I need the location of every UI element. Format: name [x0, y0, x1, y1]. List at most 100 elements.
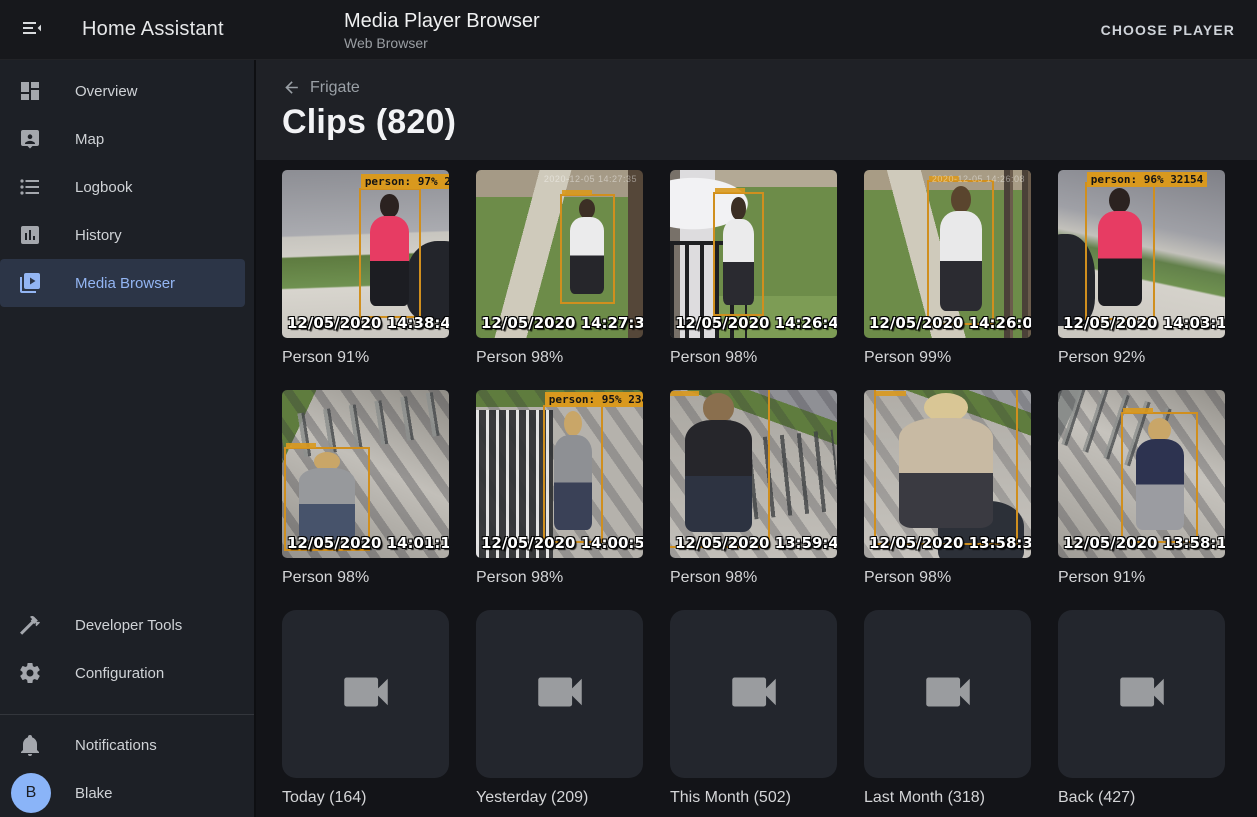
clip-timestamp: 12/05/2020 13:59:49 [675, 534, 837, 552]
clip-card[interactable]: 12/05/2020 14:01:14 Person 98% [282, 390, 449, 589]
media-browser-header: Frigate Clips (820) [256, 60, 1257, 160]
choose-player-button[interactable]: CHOOSE PLAYER [1101, 22, 1235, 38]
detection-bbox [927, 180, 994, 324]
camera-osd-timestamp: 2020-12-05 14:26:08 [932, 174, 1025, 184]
folder-label: Today (164) [282, 787, 449, 809]
sidebar-item-notifications[interactable]: Notifications [0, 721, 254, 769]
clip-label: Person 98% [670, 567, 837, 589]
clip-timestamp: 12/05/2020 13:58:17 [1063, 534, 1225, 552]
clip-timestamp: 12/05/2020 14:00:52 [481, 534, 643, 552]
folder-card-today[interactable]: Today (164) [282, 610, 449, 809]
clip-timestamp: 12/05/2020 14:38:47 [287, 314, 449, 332]
clip-card[interactable]: person: 96% 32154 12/05/2020 14:03:17 Pe… [1058, 170, 1225, 369]
gear-icon [18, 661, 42, 685]
sidebar-item-media-browser[interactable]: Media Browser [0, 259, 245, 307]
detection-badge [670, 391, 699, 396]
detection-badge [876, 391, 906, 396]
sidebar-item-label: Media Browser [75, 275, 175, 292]
folder-thumbnail [1058, 610, 1225, 778]
clip-label: Person 91% [1058, 567, 1225, 589]
video-icon [1113, 663, 1171, 726]
sidebar-item-developer-tools[interactable]: Developer Tools [0, 601, 254, 649]
clip-card[interactable]: 2020-12-05 14:27:35 12/05/2020 14:27:35 … [476, 170, 643, 369]
page-subtitle: Web Browser [344, 34, 540, 52]
arrow-left-icon [282, 78, 301, 97]
view-dashboard-icon [18, 79, 42, 103]
bell-icon [18, 733, 42, 757]
clip-thumbnail: 2020-12-05 14:27:35 12/05/2020 14:27:35 [476, 170, 643, 338]
clip-card[interactable]: 12/05/2020 13:58:30 Person 98% [864, 390, 1031, 589]
clip-thumbnail: 12/05/2020 13:58:17 [1058, 390, 1225, 558]
clip-label: Person 98% [476, 567, 643, 589]
person-figure [1132, 418, 1187, 537]
clip-thumbnail: 12/05/2020 13:59:49 [670, 390, 837, 558]
detection-badge [1123, 408, 1153, 413]
detection-badge [562, 190, 592, 195]
sidebar-item-label: Configuration [75, 665, 164, 682]
folder-thumbnail [670, 610, 837, 778]
detection-badge: person: 96% 32154 [1087, 172, 1208, 187]
person-figure [368, 194, 412, 312]
folder-card-yesterday[interactable]: Yesterday (209) [476, 610, 643, 809]
breadcrumb-label: Frigate [310, 79, 360, 97]
sidebar-item-label: Notifications [75, 737, 157, 754]
scene-prop [1004, 170, 1031, 338]
sidebar-item-map[interactable]: Map [0, 115, 254, 163]
clip-thumbnail: 2020-12-05 14:26:08 12/05/2020 14:26:07 [864, 170, 1031, 338]
video-icon [531, 663, 589, 726]
clip-card[interactable]: 12/05/2020 14:26:48 Person 98% [670, 170, 837, 369]
clip-thumbnail: person: 95% 23432 12/05/2020 14:00:52 [476, 390, 643, 558]
video-icon [337, 663, 395, 726]
clip-label: Person 99% [864, 347, 1031, 369]
clip-thumbnail: person: 97% 29988 12/05/2020 14:38:47 [282, 170, 449, 338]
folder-label: This Month (502) [670, 787, 837, 809]
folder-label: Yesterday (209) [476, 787, 643, 809]
sidebar-item-label: Overview [75, 83, 138, 100]
sidebar-toggle-button[interactable] [8, 6, 56, 54]
folder-label: Back (427) [1058, 787, 1225, 809]
sidebar-item-logbook[interactable]: Logbook [0, 163, 254, 211]
detection-bbox [713, 192, 763, 316]
list-bulleted-icon [18, 175, 42, 199]
sidebar-item-overview[interactable]: Overview [0, 67, 254, 115]
clip-card[interactable]: 2020-12-05 14:26:08 12/05/2020 14:26:07 … [864, 170, 1031, 369]
video-icon [919, 663, 977, 726]
clip-thumbnail: 12/05/2020 13:58:30 [864, 390, 1031, 558]
video-icon [725, 663, 783, 726]
sidebar-item-label: History [75, 227, 122, 244]
detection-bbox [1085, 182, 1155, 320]
sidebar-divider [0, 714, 254, 715]
detection-badge [715, 188, 745, 193]
sidebar: Overview Map Logbook History Media Brows… [0, 60, 256, 817]
clip-label: Person 98% [670, 347, 837, 369]
detection-badge [286, 443, 316, 448]
app-title: Home Assistant [82, 18, 224, 41]
folder-label: Last Month (318) [864, 787, 1031, 809]
clip-timestamp: 12/05/2020 14:26:07 [869, 314, 1031, 332]
page-title-block: Media Player Browser Web Browser [344, 8, 540, 52]
person-figure [1095, 188, 1145, 314]
person-figure [893, 393, 999, 538]
person-figure [937, 186, 985, 318]
detection-bbox [560, 194, 615, 305]
person-figure [721, 197, 756, 310]
clip-card[interactable]: person: 95% 23432 12/05/2020 14:00:52 Pe… [476, 390, 643, 589]
sidebar-item-configuration[interactable]: Configuration [0, 649, 254, 697]
folder-card-this-month[interactable]: This Month (502) [670, 610, 837, 809]
clip-card[interactable]: 12/05/2020 13:59:49 Person 98% [670, 390, 837, 589]
clip-label: Person 98% [864, 567, 1031, 589]
page-title: Media Player Browser [344, 8, 540, 34]
sidebar-item-user-profile[interactable]: B Blake [0, 769, 254, 817]
person-figure [681, 393, 757, 541]
hammer-icon [18, 613, 42, 637]
folder-card-last-month[interactable]: Last Month (318) [864, 610, 1031, 809]
media-grid: person: 97% 29988 12/05/2020 14:38:47 Pe… [282, 170, 1257, 809]
clip-card[interactable]: person: 97% 29988 12/05/2020 14:38:47 Pe… [282, 170, 449, 369]
clip-card[interactable]: 12/05/2020 13:58:17 Person 91% [1058, 390, 1225, 589]
clip-thumbnail: person: 96% 32154 12/05/2020 14:03:17 [1058, 170, 1225, 338]
folder-card-back[interactable]: Back (427) [1058, 610, 1225, 809]
sidebar-item-history[interactable]: History [0, 211, 254, 259]
detection-bbox [670, 390, 770, 548]
clip-thumbnail: 12/05/2020 14:01:14 [282, 390, 449, 558]
breadcrumb[interactable]: Frigate [282, 78, 360, 97]
